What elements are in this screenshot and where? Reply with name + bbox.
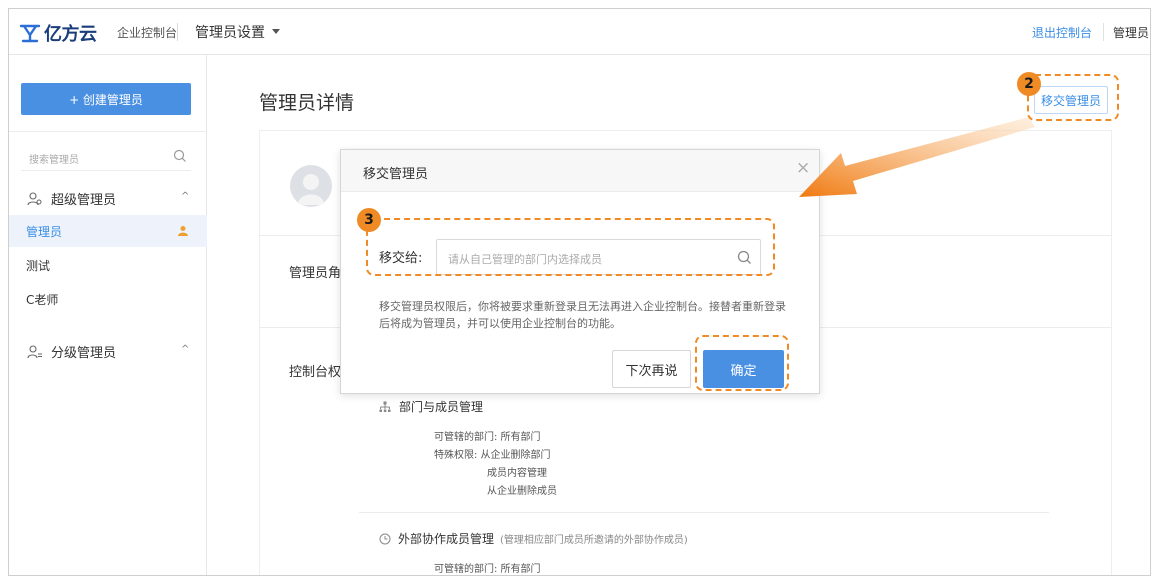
app-window: 亿方云 企业控制台 管理员设置 退出控制台 管理员 + 创建管理员 搜索管理员 xyxy=(8,8,1151,576)
step-badge: 3 xyxy=(357,208,381,232)
tutorial-highlight xyxy=(695,335,789,391)
tutorial-arrow-icon xyxy=(799,117,1035,197)
tutorial-highlight xyxy=(366,218,775,276)
step-badge: 2 xyxy=(1017,72,1041,96)
